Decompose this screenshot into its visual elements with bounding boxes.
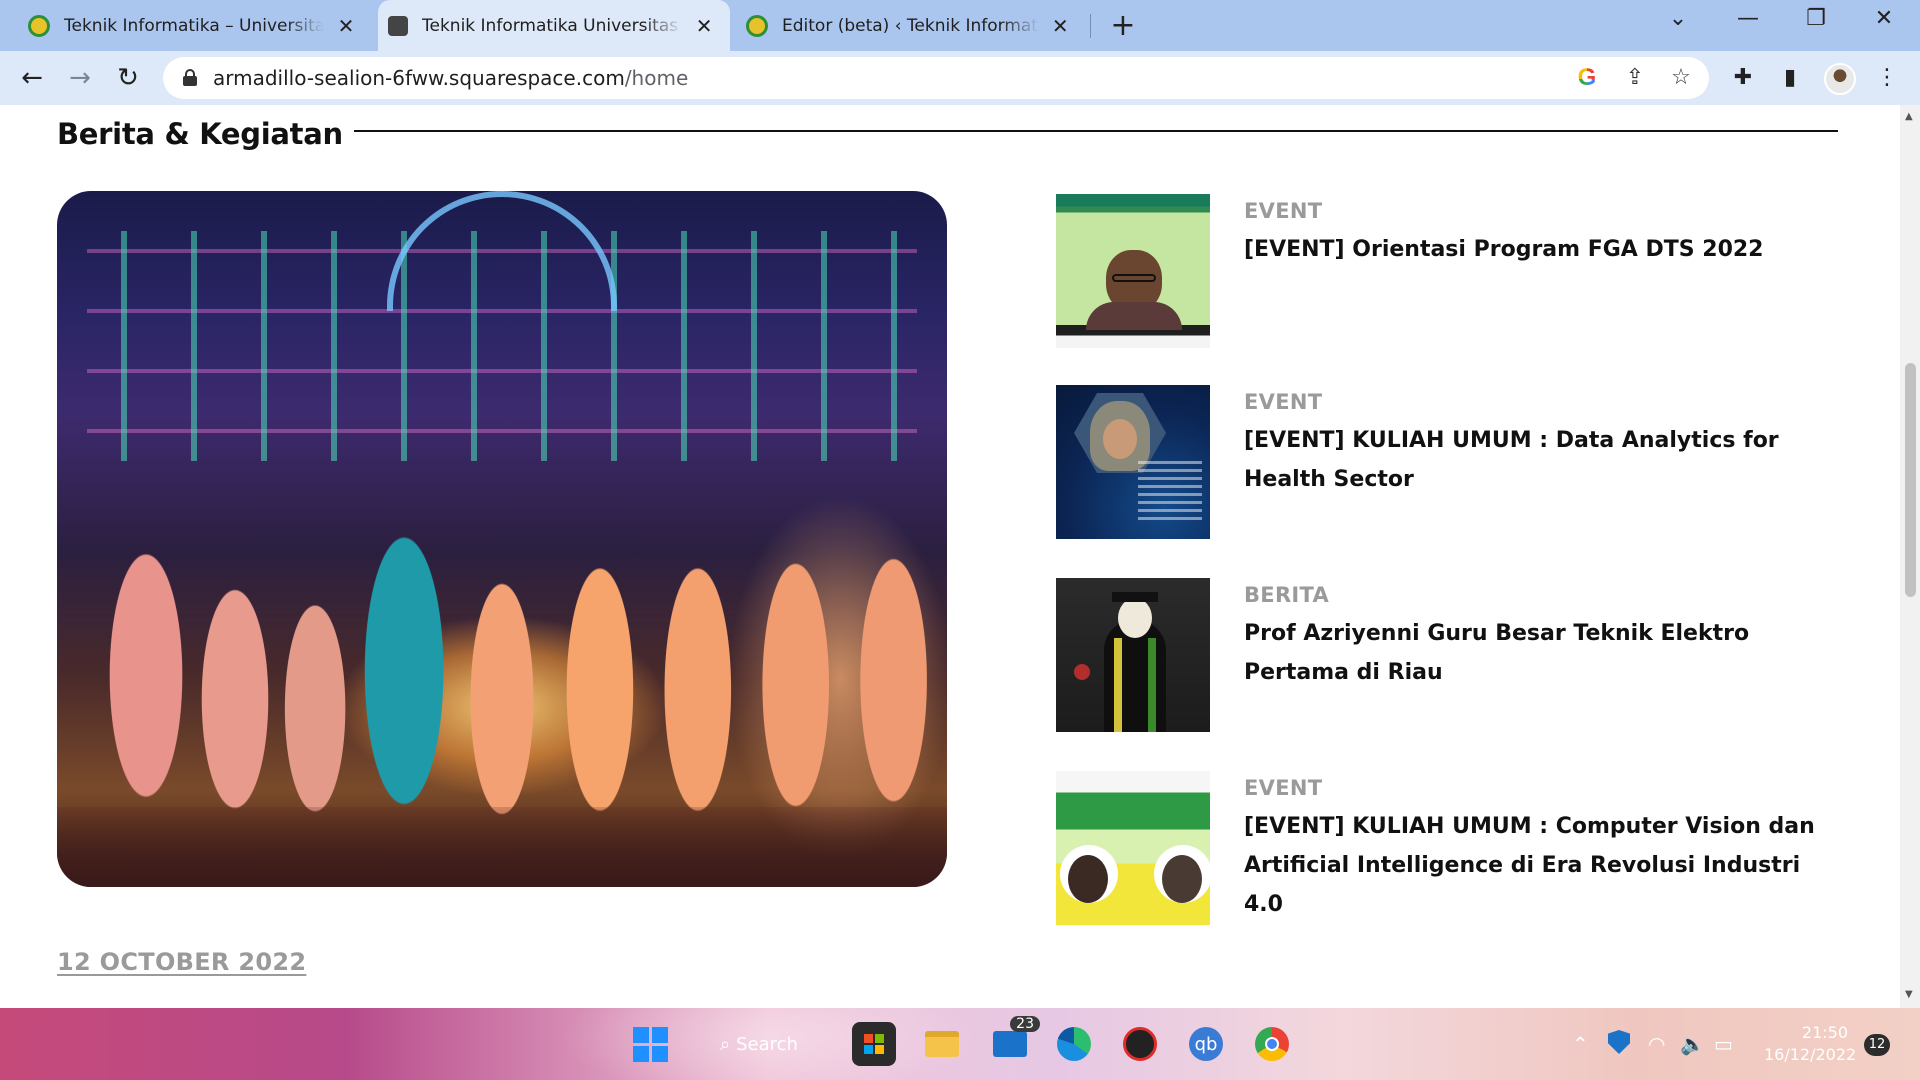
address-bar[interactable]: armadillo-sealion-6fww.squarespace.com/h…	[163, 57, 1709, 99]
mail-badge: 23	[1010, 1016, 1040, 1032]
qb-label: qb	[1189, 1027, 1223, 1061]
scrollbar-thumb[interactable]	[1905, 363, 1916, 597]
search-label: Search	[736, 1033, 798, 1055]
notification-badge[interactable]: 12	[1864, 1034, 1890, 1056]
glasses	[1112, 274, 1156, 282]
news-item[interactable]: EVENT [EVENT] KULIAH UMUM : Data Analyti…	[1056, 385, 1856, 540]
clock[interactable]: 21:50 16/12/2022	[1764, 1022, 1857, 1066]
news-category: EVENT	[1244, 199, 1323, 223]
wifi-icon[interactable]: ◠	[1648, 1032, 1665, 1056]
news-thumbnail[interactable]	[1056, 194, 1210, 348]
speaker-shirt	[1086, 302, 1182, 330]
menu-icon[interactable]: ⋮	[1872, 64, 1902, 94]
tray-chevron-icon[interactable]: ⌃	[1572, 1032, 1589, 1056]
url-host: armadillo-sealion-6fww.squarespace.com	[213, 66, 625, 90]
browser-toolbar: ← → ↻ armadillo-sealion-6fww.squarespace…	[0, 51, 1920, 105]
news-headline-link[interactable]: [EVENT] KULIAH UMUM : Computer Vision da…	[1244, 807, 1834, 924]
lock-icon[interactable]	[183, 69, 197, 86]
featured-date-link[interactable]: 12 OCTOBER 2022	[57, 948, 306, 976]
profile-avatar[interactable]	[1824, 63, 1856, 95]
tab-editor-beta[interactable]: Editor (beta) ‹ Teknik Informatika ✕	[732, 0, 1086, 51]
reload-button[interactable]: ↻	[110, 61, 146, 97]
restore-button[interactable]: ❐	[1786, 6, 1846, 31]
close-icon[interactable]: ✕	[692, 14, 716, 38]
chrome-icon[interactable]	[1250, 1022, 1294, 1066]
google-icon[interactable]: G	[1573, 65, 1601, 93]
speaker-photo	[1068, 855, 1108, 903]
tab-search-button[interactable]: ⌄	[1648, 6, 1708, 31]
tab-separator	[1090, 14, 1091, 38]
section-divider	[354, 130, 1838, 132]
windows-taskbar: ⌕ Search 23 qb ⌃ ◠ 🔈 ▭ 21:50 16/12/2022 …	[0, 1008, 1920, 1080]
volume-icon[interactable]: 🔈	[1680, 1032, 1705, 1056]
green-seal-icon	[28, 14, 50, 37]
tab-title: Teknik Informatika – Universitas Riau	[64, 15, 324, 36]
web-page: Berita & Kegiatan 12 OCTOBER 2022 EVENT …	[0, 105, 1900, 1008]
news-category: EVENT	[1244, 776, 1323, 800]
battery-icon[interactable]: ▭	[1714, 1032, 1733, 1056]
edge-icon[interactable]	[1052, 1022, 1096, 1066]
academic-stole	[1114, 638, 1156, 732]
scroll-up-arrow[interactable]: ▲	[1905, 111, 1913, 122]
url-text[interactable]: armadillo-sealion-6fww.squarespace.com/h…	[213, 66, 688, 90]
bookmark-star-icon[interactable]: ☆	[1667, 65, 1695, 93]
back-button[interactable]: ←	[14, 61, 50, 97]
news-headline-link[interactable]: [EVENT] KULIAH UMUM : Data Analytics for…	[1244, 421, 1834, 499]
neon-dome	[387, 191, 617, 311]
windows-start-icon[interactable]	[628, 1022, 672, 1066]
speaker-photo	[1162, 855, 1202, 903]
tab-title: Teknik Informatika Universitas Riau	[422, 15, 682, 36]
scroll-down-arrow[interactable]: ▼	[1905, 989, 1913, 1000]
news-thumbnail[interactable]	[1056, 771, 1210, 925]
clock-date: 16/12/2022	[1764, 1045, 1857, 1064]
close-window-button[interactable]: ✕	[1854, 6, 1914, 31]
featured-image[interactable]	[57, 191, 947, 887]
poster-text	[1138, 461, 1202, 521]
qbittorrent-icon[interactable]: qb	[1184, 1022, 1228, 1066]
hijab	[1118, 598, 1152, 638]
news-category: BERITA	[1244, 583, 1330, 607]
tab-title: Editor (beta) ‹ Teknik Informatika	[782, 15, 1039, 36]
flowers	[1074, 664, 1090, 680]
section-title: Berita & Kegiatan	[57, 117, 343, 151]
cube-icon	[388, 15, 408, 36]
close-icon[interactable]: ✕	[334, 14, 358, 38]
news-item[interactable]: EVENT [EVENT] Orientasi Program FGA DTS …	[1056, 194, 1856, 349]
forward-button[interactable]: →	[62, 61, 98, 97]
search-icon: ⌕	[720, 1033, 731, 1055]
news-headline-link[interactable]: Prof Azriyenni Guru Besar Teknik Elektro…	[1244, 614, 1834, 692]
tab-strip: Teknik Informatika – Universitas Riau ✕ …	[0, 0, 1920, 51]
tab-teknik-informatika-active[interactable]: Teknik Informatika Universitas Riau ✕	[378, 0, 730, 51]
microsoft-store-icon[interactable]	[852, 1022, 896, 1066]
vertical-scrollbar[interactable]: ▲ ▼	[1900, 105, 1920, 1008]
url-path: /home	[624, 66, 689, 90]
new-tab-button[interactable]: +	[1105, 8, 1141, 43]
clock-time: 21:50	[1801, 1023, 1848, 1042]
side-panel-icon[interactable]: ▮	[1775, 64, 1805, 94]
news-category: EVENT	[1244, 390, 1323, 414]
mail-icon[interactable]: 23	[988, 1016, 1040, 1066]
file-explorer-icon[interactable]	[920, 1022, 964, 1066]
ground	[57, 807, 947, 887]
news-item[interactable]: EVENT [EVENT] KULIAH UMUM : Computer Vis…	[1056, 771, 1856, 926]
green-seal-icon	[746, 14, 768, 37]
graduation-cap	[1112, 592, 1158, 602]
defender-shield-icon[interactable]	[1608, 1030, 1630, 1054]
taskbar-search[interactable]: ⌕ Search	[720, 1026, 820, 1062]
news-item[interactable]: BERITA Prof Azriyenni Guru Besar Teknik …	[1056, 578, 1856, 733]
close-icon[interactable]: ✕	[1049, 14, 1073, 38]
minimize-button[interactable]: —	[1718, 6, 1778, 31]
tab-teknik-informatika-universitas[interactable]: Teknik Informatika – Universitas Riau ✕	[0, 0, 376, 51]
share-icon[interactable]: ⇪	[1621, 65, 1649, 93]
extensions-icon[interactable]: ✚	[1728, 64, 1758, 94]
speaker-face	[1103, 419, 1137, 459]
news-headline-link[interactable]: [EVENT] Orientasi Program FGA DTS 2022	[1244, 230, 1834, 269]
news-thumbnail[interactable]	[1056, 578, 1210, 732]
news-thumbnail[interactable]	[1056, 385, 1210, 539]
app-icon[interactable]	[1118, 1022, 1162, 1066]
